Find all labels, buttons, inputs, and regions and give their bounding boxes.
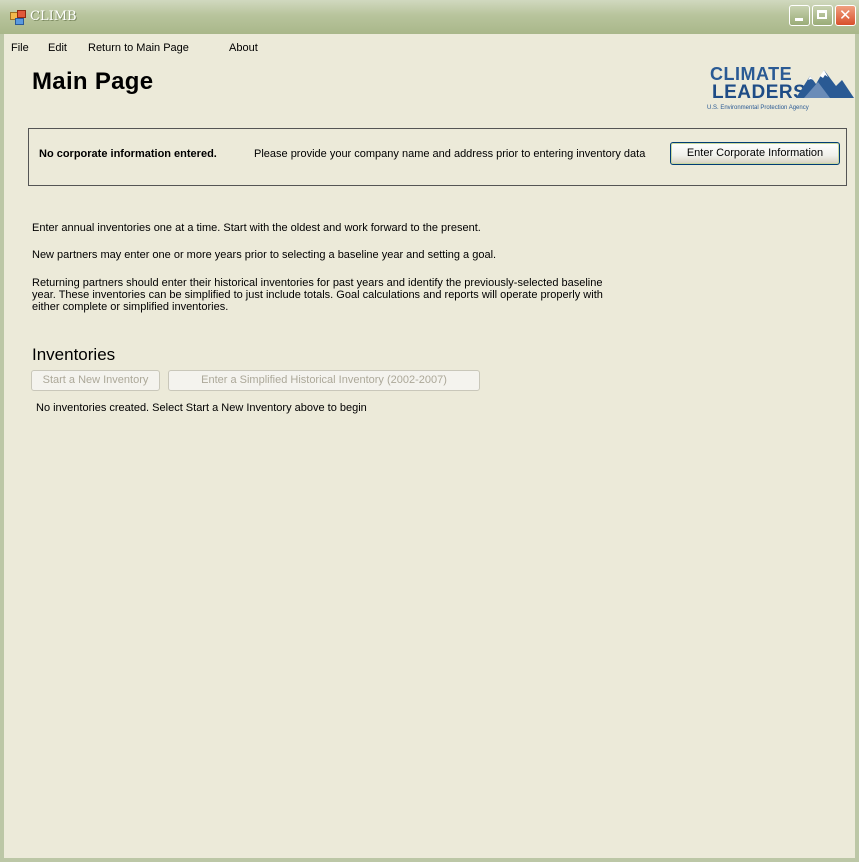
start-new-inventory-button[interactable]: Start a New Inventory [31,370,160,391]
enter-corporate-information-button[interactable]: Enter Corporate Information [670,142,840,165]
no-inventories-message: No inventories created. Select Start a N… [36,402,367,414]
minimize-button[interactable] [789,5,810,26]
climate-leaders-logo: CLIMATE LEADERS U.S. Environmental Prote… [706,62,856,120]
corporate-info-message: Please provide your company name and add… [254,148,646,160]
page-title: Main Page [32,68,154,95]
window-title: CLIMB [30,9,77,24]
title-bar[interactable]: CLIMB ✕ [0,0,859,34]
menu-edit[interactable]: Edit [48,42,67,54]
logo-line2: LEADERS [712,82,807,103]
menu-about[interactable]: About [229,42,258,54]
no-corporate-info-label: No corporate information entered. [39,148,217,160]
menu-file[interactable]: File [11,42,29,54]
close-icon: ✕ [839,6,852,24]
close-button[interactable]: ✕ [835,5,856,26]
instruction-paragraph-1: Enter annual inventories one at a time. … [32,222,481,234]
instruction-paragraph-3-line2: year. These inventories can be simplifie… [32,289,603,301]
inventories-heading: Inventories [32,345,116,364]
maximize-button[interactable] [812,5,833,26]
minimize-icon [795,18,803,21]
app-window: CLIMB ✕ File Edit Return to Main Page Ab… [0,0,859,862]
enter-simplified-historical-inventory-button[interactable]: Enter a Simplified Historical Inventory … [168,370,480,391]
logo-line3: U.S. Environmental Protection Agency [707,105,809,111]
instruction-paragraph-2: New partners may enter one or more years… [32,249,497,261]
mountain-icon [796,70,854,98]
instruction-paragraph-3-line1: Returning partners should enter their hi… [32,277,603,289]
instruction-paragraph-3-line3: either complete or simplified inventorie… [32,301,229,313]
app-icon [10,10,26,25]
menu-return-to-main-page[interactable]: Return to Main Page [88,42,189,54]
maximize-icon [817,10,827,19]
